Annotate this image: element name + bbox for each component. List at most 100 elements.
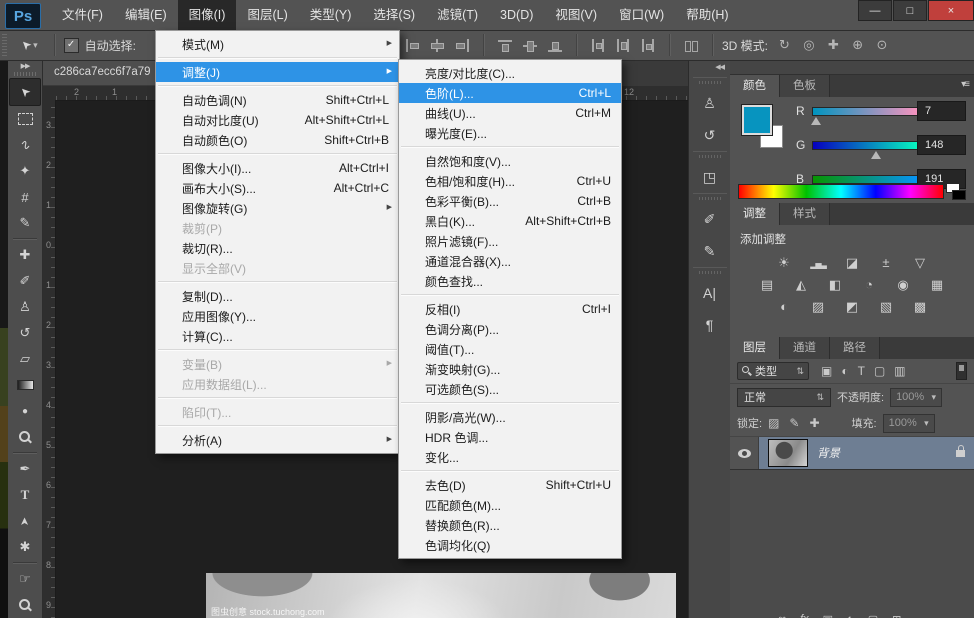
layer-style-button[interactable]: fx xyxy=(800,613,809,618)
item-canvas-size[interactable]: 画布大小(S)... Alt+Ctrl+C xyxy=(156,178,399,198)
move-tool[interactable]: ➤ xyxy=(9,78,41,106)
add-layer-mask-button[interactable]: ▣ xyxy=(823,613,833,618)
3d-drag-icon[interactable]: ✚ xyxy=(828,37,839,52)
fill-dropdown[interactable]: 100% ▾ xyxy=(883,414,935,433)
blue-slider[interactable] xyxy=(812,175,922,184)
distribute-right-button[interactable] xyxy=(641,39,656,52)
auto-align-layers-button[interactable] xyxy=(684,39,699,52)
lock-position-icon[interactable]: ✚ xyxy=(809,416,819,430)
green-slider-thumb[interactable] xyxy=(871,151,881,159)
3d-roll-icon[interactable]: ◎ xyxy=(803,37,814,52)
black-swatch[interactable] xyxy=(952,190,966,200)
item-shadows-highlights[interactable]: 阴影/高光(W)... xyxy=(399,407,621,427)
blend-mode-dropdown[interactable]: 正常 ⇅ xyxy=(737,388,831,407)
exposure-adjustment-icon[interactable]: ± xyxy=(875,255,897,270)
eraser-tool[interactable]: ▱ xyxy=(11,346,39,372)
invert-adjustment-icon[interactable]: ◐ xyxy=(773,299,795,314)
menu-view[interactable]: 视图(V) xyxy=(544,0,608,30)
magic-wand-tool[interactable]: ✦ xyxy=(11,158,39,184)
item-posterize[interactable]: 色调分离(P)... xyxy=(399,319,621,339)
posterize-adjustment-icon[interactable]: ▨ xyxy=(807,299,829,314)
brush-presets-panel-button[interactable]: ✎ xyxy=(693,236,727,266)
link-layers-button[interactable]: ∞ xyxy=(778,613,786,618)
tool-preset-dropdown-arrow-icon[interactable]: ▾ xyxy=(33,40,38,51)
clone-source-panel-button[interactable]: ♙ xyxy=(693,88,727,118)
item-mode[interactable]: 模式(M) xyxy=(156,34,399,54)
crop-tool[interactable]: # xyxy=(11,184,39,210)
item-gradient-map[interactable]: 渐变映射(G)... xyxy=(399,359,621,379)
align-top-edges-button[interactable] xyxy=(498,39,513,52)
filter-pixel-layers-icon[interactable]: ▣ xyxy=(821,364,832,378)
tools-panel-header[interactable]: ▶▶ xyxy=(8,60,42,78)
vertical-ruler[interactable]: 3 2 1 0 1 2 3 4 5 6 7 8 9 xyxy=(42,100,56,618)
item-apply-data-set[interactable]: 应用数据组(L)... xyxy=(156,374,399,394)
tab-channels[interactable]: 通道 xyxy=(780,337,830,359)
layer-thumbnail[interactable] xyxy=(768,439,808,467)
item-image-rotation[interactable]: 图像旋转(G) xyxy=(156,198,399,218)
brush-panel-button[interactable]: ✐ xyxy=(693,204,727,234)
gradient-map-adjustment-icon[interactable]: ▧ xyxy=(875,299,897,314)
tab-swatches[interactable]: 色板 xyxy=(780,75,830,97)
delete-layer-button[interactable]: ▭ xyxy=(915,613,925,618)
levels-adjustment-icon[interactable]: ▂▅▃ xyxy=(807,255,829,270)
type-tool[interactable]: T xyxy=(11,482,39,508)
character-panel-button[interactable]: A| xyxy=(693,278,727,308)
item-match-color[interactable]: 匹配颜色(M)... xyxy=(399,495,621,515)
align-left-edges-button[interactable] xyxy=(405,39,420,52)
align-right-edges-button[interactable] xyxy=(455,39,470,52)
color-lookup-adjustment-icon[interactable]: ▦ xyxy=(926,277,948,292)
item-invert[interactable]: 反相(I) Ctrl+I xyxy=(399,299,621,319)
item-color-lookup[interactable]: 颜色查找... xyxy=(399,271,621,291)
menu-image[interactable]: 图像(I) xyxy=(178,0,237,30)
minimize-button[interactable]: — xyxy=(858,0,892,21)
spot-healing-brush-tool[interactable]: ✚ xyxy=(11,242,39,268)
filter-adjustment-layers-icon[interactable]: ◐ xyxy=(841,364,848,378)
lock-paint-icon[interactable]: ✎ xyxy=(789,416,799,430)
tab-adjustments[interactable]: 调整 xyxy=(730,203,780,225)
history-panel-button[interactable]: ↺ xyxy=(693,120,727,150)
distribute-left-button[interactable] xyxy=(591,39,606,52)
panel-grip[interactable] xyxy=(14,72,36,76)
menu-type[interactable]: 类型(Y) xyxy=(299,0,363,30)
item-apply-image[interactable]: 应用图像(Y)... xyxy=(156,306,399,326)
item-black-white[interactable]: 黑白(K)... Alt+Shift+Ctrl+B xyxy=(399,211,621,231)
close-button[interactable]: × xyxy=(928,0,974,21)
item-trim[interactable]: 裁切(R)... xyxy=(156,238,399,258)
collapse-panels-icon[interactable]: ◀◀ xyxy=(689,60,730,77)
item-reveal-all[interactable]: 显示全部(V) xyxy=(156,258,399,278)
properties-panel-button[interactable]: ◳ xyxy=(693,162,727,192)
tab-layers[interactable]: 图层 xyxy=(730,337,780,359)
lock-transparency-icon[interactable]: ▨ xyxy=(768,416,779,430)
threshold-adjustment-icon[interactable]: ◩ xyxy=(841,299,863,314)
curves-adjustment-icon[interactable]: ◪ xyxy=(841,255,863,270)
item-trap[interactable]: 陷印(T)... xyxy=(156,402,399,422)
item-analysis[interactable]: 分析(A) xyxy=(156,430,399,450)
custom-shape-tool[interactable]: ✱ xyxy=(11,534,39,560)
hand-tool[interactable]: ☞ xyxy=(11,566,39,592)
item-curves[interactable]: 曲线(U)... Ctrl+M xyxy=(399,103,621,123)
vibrance-adjustment-icon[interactable]: ▽ xyxy=(909,255,931,270)
green-slider[interactable] xyxy=(812,141,922,150)
gradient-tool[interactable] xyxy=(11,372,39,398)
item-color-balance[interactable]: 色彩平衡(B)... Ctrl+B xyxy=(399,191,621,211)
item-hue-saturation[interactable]: 色相/饱和度(H)... Ctrl+U xyxy=(399,171,621,191)
3d-camera-icon[interactable]: ⊙ xyxy=(876,37,887,52)
item-selective-color[interactable]: 可选颜色(S)... xyxy=(399,379,621,399)
item-threshold[interactable]: 阈值(T)... xyxy=(399,339,621,359)
options-bar-grip[interactable] xyxy=(2,34,7,56)
green-value-field[interactable]: 148 xyxy=(917,135,966,155)
lasso-tool[interactable]: ∿ xyxy=(11,132,39,158)
red-value-field[interactable]: 7 xyxy=(917,101,966,121)
tab-paths[interactable]: 路径 xyxy=(830,337,880,359)
brightness-contrast-adjustment-icon[interactable]: ☀ xyxy=(773,255,795,270)
item-image-size[interactable]: 图像大小(I)... Alt+Ctrl+I xyxy=(156,158,399,178)
menu-filter[interactable]: 滤镜(T) xyxy=(426,0,489,30)
filter-type-dropdown[interactable]: 类型 ⇅ xyxy=(737,362,809,380)
item-auto-contrast[interactable]: 自动对比度(U) Alt+Shift+Ctrl+L xyxy=(156,110,399,130)
color-spectrum-ramp[interactable] xyxy=(738,184,944,199)
opacity-dropdown[interactable]: 100% ▾ xyxy=(890,388,942,407)
black-white-adjustment-icon[interactable]: ◧ xyxy=(824,277,846,292)
filter-smart-objects-icon[interactable]: ▥ xyxy=(894,364,905,378)
menu-select[interactable]: 选择(S) xyxy=(362,0,426,30)
item-hdr-toning[interactable]: HDR 色调... xyxy=(399,427,621,447)
